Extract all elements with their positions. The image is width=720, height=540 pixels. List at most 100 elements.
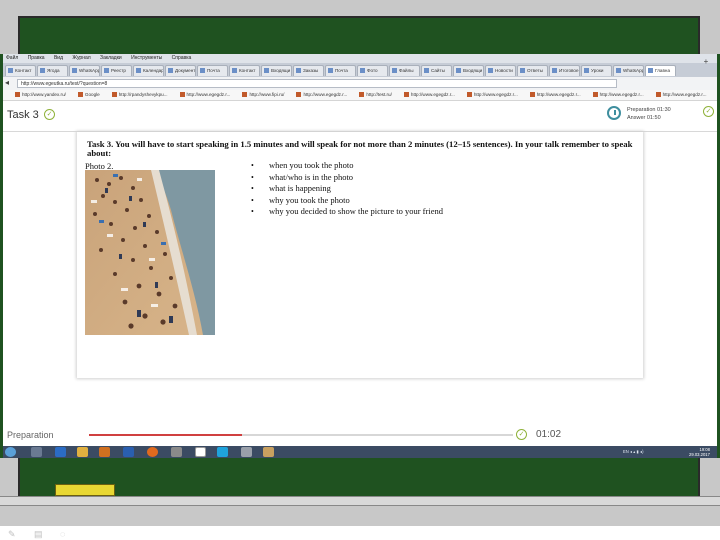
bookmark-label: http://www.egegdz.r... xyxy=(599,92,644,97)
check-circle-icon: ✓ xyxy=(516,429,527,440)
bookmark-item[interactable]: Google xyxy=(72,92,100,98)
browser-tab[interactable]: WhatsApp xyxy=(69,65,100,76)
system-tray[interactable]: EN ◂ ▴ ▮ ◂) xyxy=(623,446,643,458)
bookmark-item[interactable]: http://www.egegdz.r... xyxy=(713,92,717,97)
tab-favicon-icon xyxy=(200,68,205,74)
tab-favicon-icon xyxy=(456,68,461,74)
bookmark-favicon-icon xyxy=(179,92,185,98)
bookmark-item[interactable]: http://test.ru/ xyxy=(353,92,392,98)
browser-tab[interactable]: Новости xyxy=(485,65,516,76)
bookmark-favicon-icon xyxy=(592,92,598,98)
bookmark-item[interactable]: http://www.egegdz.r... xyxy=(650,92,707,98)
new-tab-button[interactable]: + xyxy=(701,57,711,67)
image-icon[interactable] xyxy=(263,447,274,457)
search-icon[interactable]: ◌ xyxy=(60,530,70,539)
tab-favicon-icon xyxy=(552,68,557,74)
browser-menubar: Файл Правка Вид Журнал Закладки Инструме… xyxy=(3,54,717,63)
skype-icon[interactable] xyxy=(217,447,228,457)
bookmark-favicon-icon xyxy=(296,92,302,98)
clock-date: 29.03.2017 xyxy=(689,452,710,457)
chalkboard-bottom xyxy=(18,458,700,498)
printer-icon[interactable] xyxy=(241,447,252,457)
menu-tools[interactable]: Инструменты xyxy=(131,55,162,61)
archive-icon[interactable] xyxy=(171,447,182,457)
media-icon[interactable] xyxy=(99,447,110,457)
bookmark-label: http://rpandyshevykpu... xyxy=(118,92,168,97)
bookmark-label: http://test.ru/ xyxy=(366,92,392,97)
browser-tab[interactable]: Ягода xyxy=(37,65,68,76)
tab-label: Входящи xyxy=(271,68,291,73)
browser-tab[interactable]: Ответы xyxy=(517,65,548,76)
bookmark-favicon-icon xyxy=(403,92,409,98)
bookmark-favicon-icon xyxy=(466,92,472,98)
tab-label: Фото xyxy=(367,68,378,73)
browser-tab[interactable]: Контакт xyxy=(5,65,36,76)
bookmark-label: http://www.egegdz.r... xyxy=(536,92,581,97)
countdown-time: 01:02 xyxy=(536,429,562,440)
pencil-icon[interactable]: ✎ xyxy=(8,530,18,539)
menu-bookmarks[interactable]: Закладки xyxy=(100,55,122,61)
bookmark-item[interactable]: http://www.egegdz.r... xyxy=(398,92,455,98)
menu-icon[interactable]: ▤ xyxy=(34,530,44,539)
browser-tab[interactable]: Главна xyxy=(645,65,676,76)
url-input[interactable]: http://www.egeutka.ru/test/?question=8 xyxy=(17,79,617,88)
ie-icon[interactable] xyxy=(55,447,66,457)
bookmark-item[interactable]: http://rpandyshevykpu... xyxy=(106,92,168,98)
list-item: when you took the photo xyxy=(249,160,443,172)
browser-tab[interactable]: Реестр xyxy=(101,65,132,76)
menu-history[interactable]: Журнал xyxy=(72,55,90,61)
bookmark-item[interactable]: http://www.egegdz.r... xyxy=(461,92,518,98)
tab-favicon-icon xyxy=(264,68,269,74)
bookmark-item[interactable]: http://www.fipi.ru/ xyxy=(236,92,284,98)
tab-favicon-icon xyxy=(296,68,301,74)
bookmark-favicon-icon xyxy=(529,92,535,98)
clock[interactable]: 19:08 29.03.2017 xyxy=(689,447,710,457)
chalk-tray xyxy=(0,496,720,506)
tab-label: Новости xyxy=(495,68,513,73)
bookmark-item[interactable]: http://www.yandex.ru/ xyxy=(9,92,66,98)
word-icon[interactable] xyxy=(123,447,134,457)
progress-footer: Preparation ✓ 01:02 xyxy=(3,424,717,446)
browser-tab[interactable]: Сайты xyxy=(421,65,452,76)
bookmark-item[interactable]: http://www.egegdz.r... xyxy=(587,92,644,98)
start-button-icon[interactable] xyxy=(5,447,16,457)
browser-tab[interactable]: Уроки xyxy=(581,65,612,76)
bookmark-label: http://www.egegdz.r... xyxy=(662,92,707,97)
menu-edit[interactable]: Правка xyxy=(28,55,45,61)
windows-icon[interactable] xyxy=(31,447,42,457)
slide-footer xyxy=(0,526,720,540)
browser-tab[interactable]: Заказы xyxy=(293,65,324,76)
folder-icon[interactable] xyxy=(77,447,88,457)
browser-tab[interactable]: Фото xyxy=(357,65,388,76)
browser-tab[interactable]: Почта xyxy=(325,65,356,76)
browser-tab[interactable]: Документ xyxy=(165,65,196,76)
browser-tab[interactable]: Файлы xyxy=(389,65,420,76)
browser-tab[interactable]: WhatsApp xyxy=(613,65,644,76)
list-item: what is happening xyxy=(249,183,443,195)
browser-tab[interactable]: Календар xyxy=(133,65,164,76)
browser-tab[interactable]: Итоговое xyxy=(549,65,580,76)
menu-view[interactable]: Вид xyxy=(54,55,63,61)
menu-file[interactable]: Файл xyxy=(6,55,18,61)
progress-fill xyxy=(89,434,242,436)
tab-label: Файлы xyxy=(399,68,414,73)
document-icon[interactable] xyxy=(195,447,206,457)
bookmark-item[interactable]: http://www.egegdz.r... xyxy=(524,92,581,98)
tab-label: Календар xyxy=(143,68,164,73)
menu-help[interactable]: Справка xyxy=(172,55,192,61)
bookmark-item[interactable]: http://www.egegdz.r... xyxy=(174,92,230,98)
tab-favicon-icon xyxy=(8,68,13,74)
bookmark-item[interactable]: http://www.egegdz.r... xyxy=(290,92,347,98)
bookmark-favicon-icon xyxy=(242,92,248,98)
list-item: why you decided to show the picture to y… xyxy=(249,206,443,218)
firefox-icon[interactable] xyxy=(147,447,158,457)
browser-tab[interactable]: Входящи xyxy=(453,65,484,76)
browser-tab[interactable]: Входящи xyxy=(261,65,292,76)
back-arrow-icon[interactable]: ◂ xyxy=(5,78,15,88)
browser-tab[interactable]: Контакт xyxy=(229,65,260,76)
tab-label: Уроки xyxy=(591,68,604,73)
tab-favicon-icon xyxy=(584,68,589,74)
tab-label: Сайты xyxy=(431,68,445,73)
browser-tab[interactable]: Почта xyxy=(197,65,228,76)
check-circle-icon[interactable]: ✓ xyxy=(703,106,714,117)
